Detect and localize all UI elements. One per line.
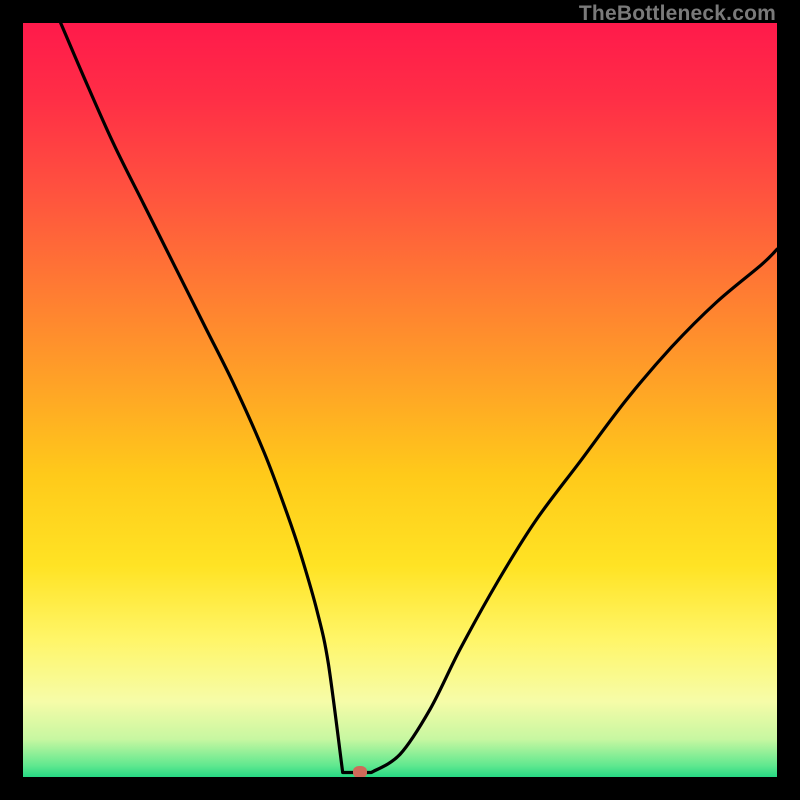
- chart-frame: TheBottleneck.com: [0, 0, 800, 800]
- plot-area: [23, 23, 777, 777]
- gradient-background: [23, 23, 777, 777]
- bottleneck-marker: [353, 766, 367, 777]
- watermark-label: TheBottleneck.com: [579, 2, 776, 26]
- plot-svg: [23, 23, 777, 777]
